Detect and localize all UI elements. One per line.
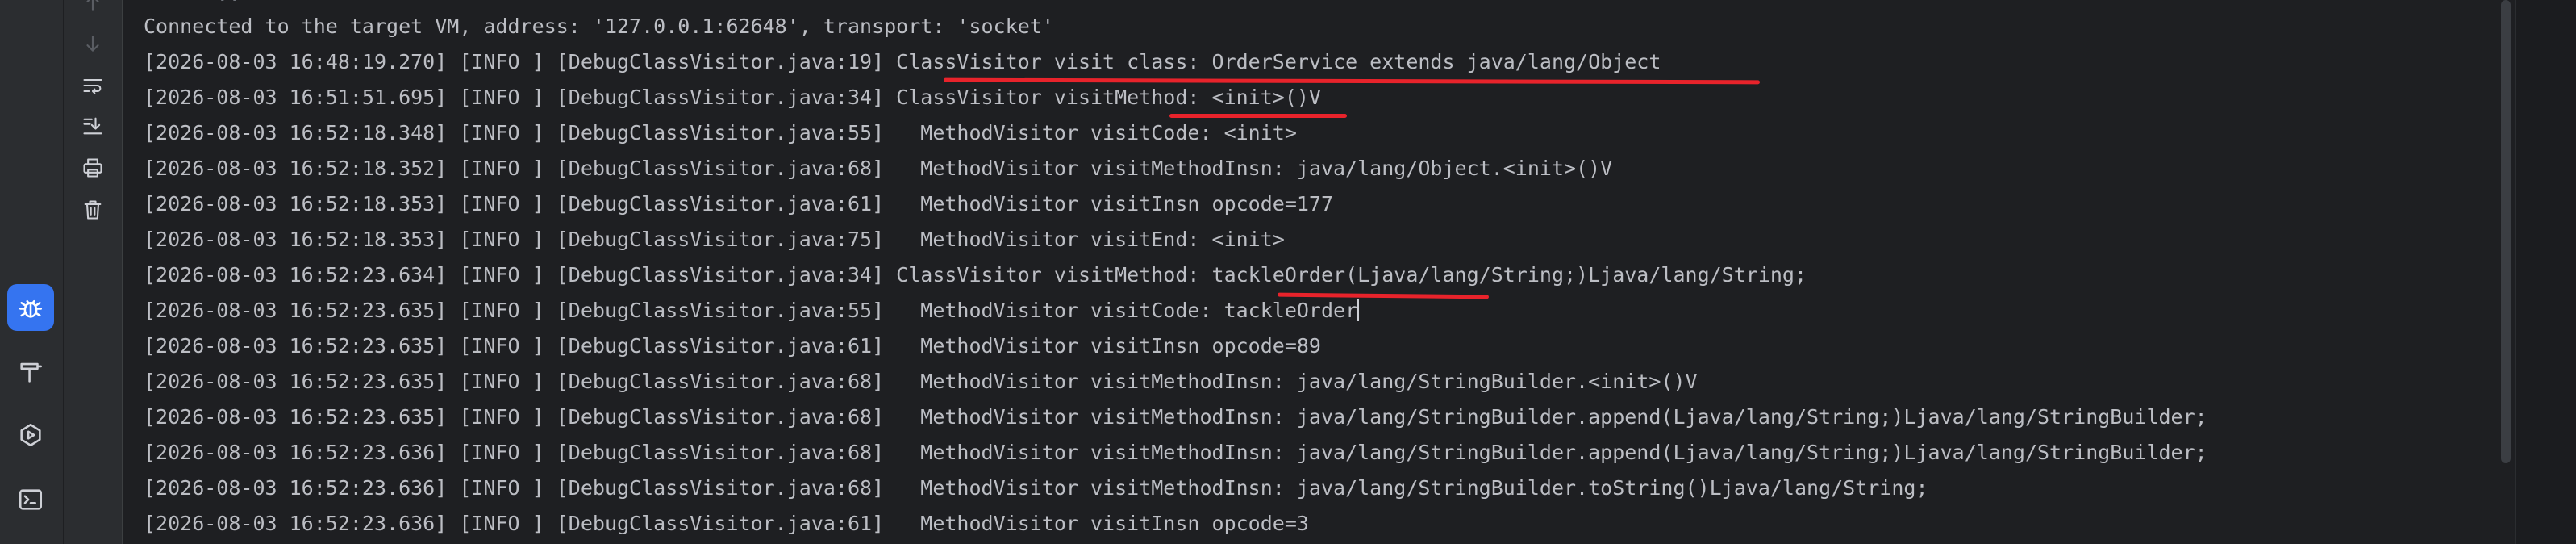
log-line: [2026-08-03 16:52:23.635] [INFO ] [Debug… — [144, 370, 1698, 393]
print-icon[interactable] — [78, 153, 107, 182]
soft-wrap-icon[interactable] — [78, 71, 107, 100]
log-line: [2026-08-03 16:52:23.634] [INFO ] [Debug… — [144, 263, 1807, 287]
log-line: [2026-08-03 16:52:23.636] [INFO ] [Debug… — [144, 441, 2207, 464]
build-icon[interactable] — [7, 349, 54, 395]
log-line: [2026-08-03 16:52:23.635] [INFO ] [Debug… — [144, 405, 2207, 429]
log-line: [2026-08-03 16:52:23.635] [INFO ] [Debug… — [144, 334, 1321, 358]
console-toolbar — [64, 0, 123, 544]
arrow-up-icon[interactable] — [78, 0, 107, 18]
log-line: [2026-08-03 16:52:18.353] [INFO ] [Debug… — [144, 228, 1285, 251]
debug-icon[interactable] — [7, 284, 54, 331]
log-line: [2026-08-03 16:52:23.636] [INFO ] [Debug… — [144, 476, 1928, 500]
terminal-icon[interactable] — [7, 476, 54, 523]
log-line-current: [2026-08-03 16:52:23.635] [INFO ] [Debug… — [144, 299, 1360, 323]
console-output[interactable]: .. Connected to the target VM, address: … — [123, 0, 2497, 544]
annotation-underline — [1169, 114, 1347, 118]
log-line-text: [2026-08-03 16:52:23.635] [INFO ] [Debug… — [144, 299, 1358, 322]
tool-window-bar — [0, 0, 64, 544]
clipped-previous-line: .. — [144, 0, 240, 6]
scrollbar-thumb[interactable] — [2501, 0, 2511, 463]
scroll-to-end-icon[interactable] — [78, 111, 107, 140]
right-tool-window-bar — [2515, 0, 2576, 544]
log-line: [2026-08-03 16:51:51.695] [INFO ] [Debug… — [144, 86, 1321, 109]
log-line: [2026-08-03 16:52:18.353] [INFO ] [Debug… — [144, 192, 1334, 216]
log-line: [2026-08-03 16:48:19.270] [INFO ] [Debug… — [144, 50, 1661, 73]
annotation-underline — [943, 77, 1761, 85]
console-scrollbar[interactable] — [2497, 0, 2515, 544]
text-caret — [1357, 299, 1360, 321]
services-icon[interactable] — [7, 412, 54, 458]
console-connection-line: Connected to the target VM, address: '12… — [144, 15, 1054, 38]
trash-icon[interactable] — [78, 195, 107, 224]
log-line: [2026-08-03 16:52:18.348] [INFO ] [Debug… — [144, 121, 1297, 144]
log-line: [2026-08-03 16:52:18.352] [INFO ] [Debug… — [144, 157, 1613, 180]
arrow-down-icon[interactable] — [78, 29, 107, 58]
log-line: [2026-08-03 16:52:23.636] [INFO ] [Debug… — [144, 512, 1309, 535]
